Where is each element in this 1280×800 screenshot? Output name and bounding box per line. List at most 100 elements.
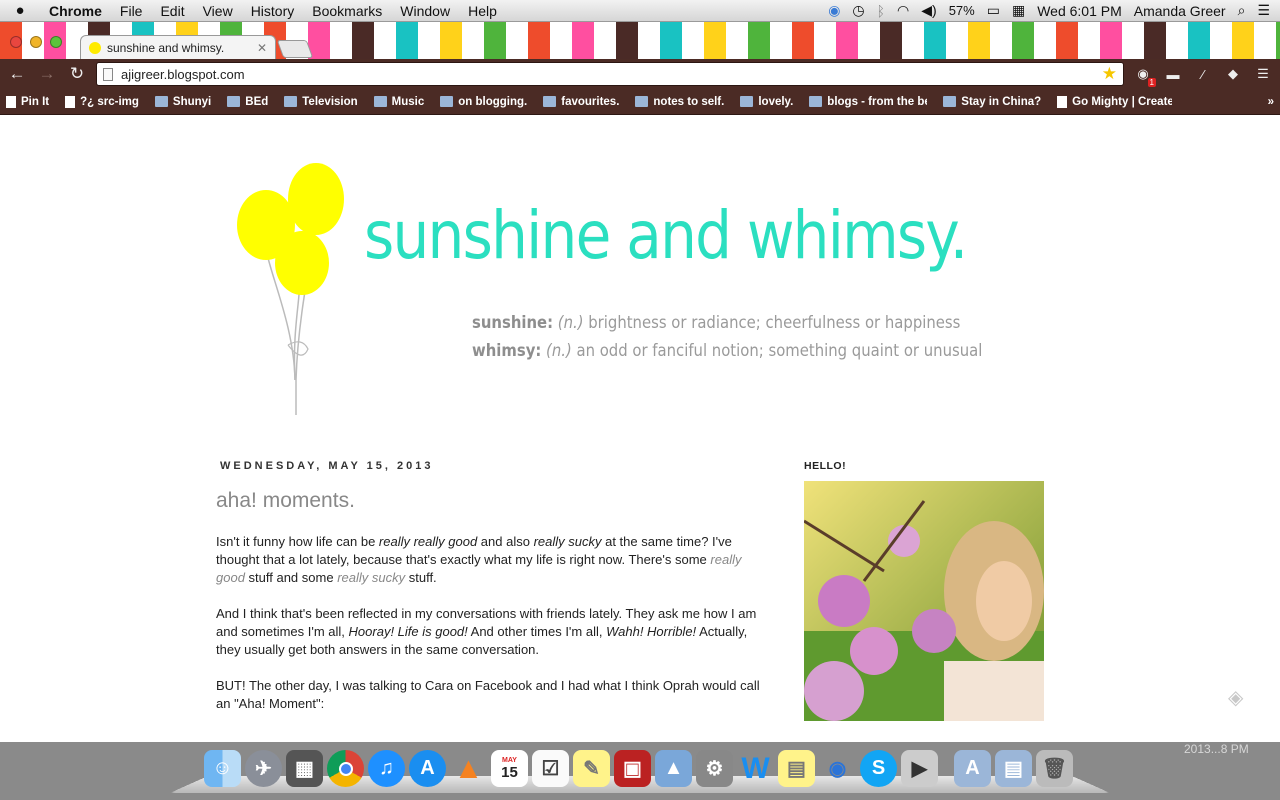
clock[interactable]: Wed 6:01 PM xyxy=(1037,3,1122,19)
address-bar[interactable]: ajigreer.blogspot.com ★ xyxy=(96,62,1124,86)
facetime-icon[interactable]: ▶ xyxy=(901,750,938,787)
bookmark-folder[interactable]: Shunyi xyxy=(154,96,211,108)
bookmark-folder[interactable]: on blogging. xyxy=(440,96,527,108)
bookmark-folder[interactable]: Stay in China? xyxy=(943,96,1041,108)
documents-folder-icon[interactable]: ▤ xyxy=(995,750,1032,787)
calendar-icon[interactable]: ▦ xyxy=(1012,2,1025,19)
def-pos: (n.) xyxy=(546,341,572,360)
bookmark-folder[interactable]: lovely. xyxy=(740,96,793,108)
bookmark-star-icon[interactable]: ★ xyxy=(1102,64,1117,84)
mission-control-icon[interactable]: ▦ xyxy=(286,750,323,787)
reminders-icon[interactable]: ☑ xyxy=(532,750,569,787)
apple-menu-icon[interactable]: ● xyxy=(0,2,40,19)
menu-history[interactable]: History xyxy=(242,3,304,19)
calendar-app-icon[interactable]: MAY 15 xyxy=(491,750,528,787)
macos-menubar: ● Chrome File Edit View History Bookmark… xyxy=(0,0,1280,22)
ruler-extension-icon[interactable]: ▬ xyxy=(1162,63,1184,85)
bookmark-item[interactable]: ?¿ src-img xyxy=(65,95,139,108)
eyedropper-extension-icon[interactable]: ⁄ xyxy=(1192,63,1214,85)
post-title[interactable]: aha! moments. xyxy=(216,489,355,513)
desktop-screenshot-label[interactable]: 2013...8 PM xyxy=(1184,742,1249,756)
profile-photo xyxy=(804,481,1044,721)
menu-bookmarks[interactable]: Bookmarks xyxy=(303,3,391,19)
reload-button[interactable]: ↻ xyxy=(66,63,88,85)
vlc-icon[interactable]: ▲ xyxy=(450,750,487,787)
def-term: whimsy: xyxy=(472,341,542,360)
blog-title[interactable]: sunshine and whimsy. xyxy=(364,197,968,274)
user-name[interactable]: Amanda Greer xyxy=(1134,3,1226,19)
feedly-extension-icon[interactable]: ◆ xyxy=(1222,63,1244,85)
status-area: ◉ ◷ ᛒ ◠ ◀) 57% ▭ ▦ Wed 6:01 PM Amanda Gr… xyxy=(828,2,1280,19)
paragraph: BUT! The other day, I was talking to Car… xyxy=(216,678,760,711)
tab-close-icon[interactable]: ✕ xyxy=(257,41,267,55)
folder-icon xyxy=(740,96,754,107)
sidebar-heading: HELLO! xyxy=(804,460,847,472)
back-button[interactable]: ← xyxy=(6,63,28,85)
bookmark-folder[interactable]: Television xyxy=(284,96,358,108)
menu-view[interactable]: View xyxy=(194,3,242,19)
launchpad-icon[interactable]: ✈ xyxy=(245,750,282,787)
forward-button[interactable]: → xyxy=(36,63,58,85)
applications-folder-icon[interactable]: A xyxy=(954,750,991,787)
menu-app-name[interactable]: Chrome xyxy=(40,3,111,19)
wifi-icon[interactable]: ◠ xyxy=(897,2,909,19)
close-window-button[interactable] xyxy=(10,36,22,48)
folder-icon xyxy=(943,96,957,107)
menu-file[interactable]: File xyxy=(111,3,152,19)
page-content: sunshine and whimsy. sunshine: (n.) brig… xyxy=(0,115,1280,742)
calendar-month: MAY xyxy=(502,756,517,764)
minimize-window-button[interactable] xyxy=(30,36,42,48)
system-preferences-icon[interactable]: ⚙ xyxy=(696,750,733,787)
page-icon xyxy=(1057,95,1068,108)
post-body: Isn't it funny how life can be really re… xyxy=(216,533,764,731)
folder-icon xyxy=(809,96,823,107)
folder-icon xyxy=(543,96,557,107)
feedly-float-icon[interactable]: ◈ xyxy=(1228,685,1252,709)
bookmark-folder[interactable]: favourites. xyxy=(543,96,619,108)
paragraph: And I think that's been reflected in my … xyxy=(216,606,757,657)
bookmark-item[interactable]: Go Mighty | Create a xyxy=(1057,95,1172,108)
app-store-icon[interactable]: A xyxy=(409,750,446,787)
fullscreen-icon[interactable]: ⤢ xyxy=(1256,28,1278,50)
folder-icon xyxy=(154,96,168,107)
chrome-window: sunshine and whimsy. ✕ ⤢ ← → ↻ ajigreer.… xyxy=(0,22,1280,742)
stickies-icon[interactable]: ✎ xyxy=(573,750,610,787)
def-text: an odd or fanciful notion; something qua… xyxy=(576,341,983,360)
menu-help[interactable]: Help xyxy=(459,3,506,19)
dock-separator xyxy=(942,750,950,787)
wifi-utility-icon[interactable]: ◉ xyxy=(819,750,856,787)
bluetooth-icon[interactable]: ᛒ xyxy=(877,3,885,19)
rss-extension-icon[interactable]: ◉ 1 xyxy=(1132,63,1156,87)
notes-icon[interactable]: ▤ xyxy=(778,750,815,787)
iphoto-icon[interactable]: ▲ xyxy=(655,750,692,787)
page-icon xyxy=(103,67,113,81)
wordpress-icon[interactable]: W xyxy=(737,750,774,787)
spotlight-search-icon[interactable]: ⌕ xyxy=(1238,2,1246,19)
trash-icon[interactable]: 🗑 xyxy=(1036,750,1073,787)
notification-center-icon[interactable]: ☰ xyxy=(1257,2,1270,19)
bookmark-item[interactable]: Pin It xyxy=(6,95,49,108)
battery-percent[interactable]: 57% xyxy=(949,3,975,18)
tab-active[interactable]: sunshine and whimsy. ✕ xyxy=(80,35,276,59)
time-machine-icon[interactable]: ◷ xyxy=(852,2,864,19)
bookmarks-overflow-icon[interactable]: » xyxy=(1268,96,1274,108)
bookmark-folder[interactable]: BEd xyxy=(227,96,268,108)
menu-window[interactable]: Window xyxy=(391,3,459,19)
battery-icon[interactable]: ▭ xyxy=(987,2,1000,19)
itunes-icon[interactable]: ♫ xyxy=(368,750,405,787)
skype-icon[interactable]: S xyxy=(860,750,897,787)
bookmark-folder[interactable]: notes to self. xyxy=(635,96,724,108)
wifi-status-icon[interactable]: ◉ xyxy=(828,2,840,19)
menu-edit[interactable]: Edit xyxy=(151,3,193,19)
photo-booth-icon[interactable]: ▣ xyxy=(614,750,651,787)
url-text[interactable]: ajigreer.blogspot.com xyxy=(121,67,1102,82)
bookmark-folder[interactable]: Music xyxy=(373,96,424,108)
chrome-menu-icon[interactable]: ☰ xyxy=(1252,63,1274,85)
bookmark-folder[interactable]: blogs - from the be xyxy=(809,96,927,108)
zoom-window-button[interactable] xyxy=(50,36,62,48)
new-tab-button[interactable] xyxy=(276,40,314,58)
volume-icon[interactable]: ◀) xyxy=(921,2,936,19)
chrome-icon[interactable] xyxy=(327,750,364,787)
page-icon xyxy=(65,95,76,108)
finder-icon[interactable]: ☺ xyxy=(204,750,241,787)
